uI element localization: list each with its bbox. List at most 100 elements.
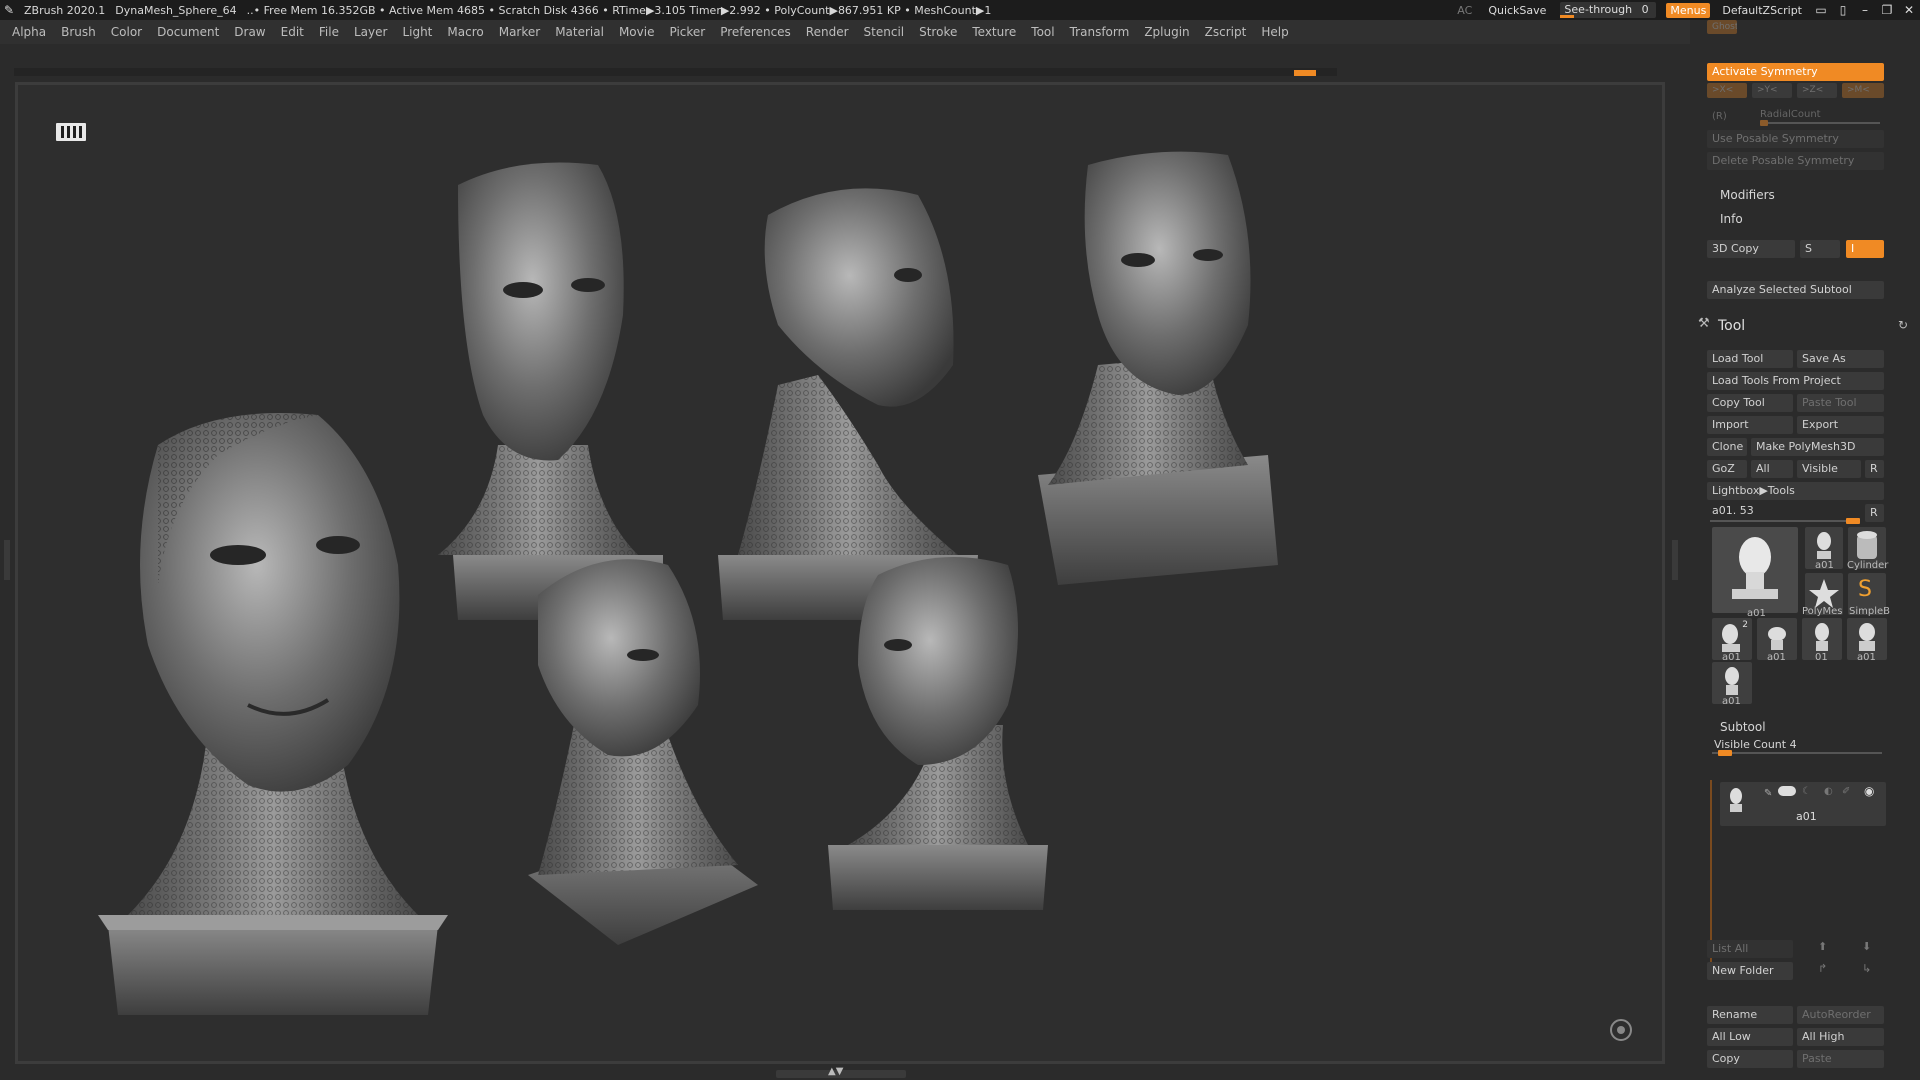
minimize-icon[interactable]: – (1854, 3, 1876, 17)
radial-count-slider[interactable]: RadialCount (1760, 109, 1821, 120)
lightbox-tools-button[interactable]: Lightbox▶Tools (1707, 482, 1884, 500)
subtool-toggle-icon[interactable] (1778, 786, 1796, 796)
copy-subtool-button[interactable]: Copy (1707, 1050, 1793, 1068)
menu-marker[interactable]: Marker (499, 25, 540, 39)
copy-i-button[interactable]: I (1846, 240, 1884, 258)
symmetry-m-button[interactable]: >M< (1842, 83, 1884, 98)
menus-button[interactable]: Menus (1666, 2, 1711, 18)
ac-toggle[interactable]: AC (1457, 4, 1472, 17)
menu-tool[interactable]: Tool (1031, 25, 1054, 39)
current-tool-slider[interactable]: a01. 53 (1712, 504, 1754, 517)
quicksave-button[interactable]: QuickSave (1488, 4, 1546, 17)
camera-orbit-icon[interactable] (1610, 1019, 1632, 1041)
menu-draw[interactable]: Draw (234, 25, 265, 39)
restore-icon[interactable]: ❐ (1876, 3, 1898, 17)
menu-light[interactable]: Light (402, 25, 432, 39)
all-high-button[interactable]: All High (1797, 1028, 1884, 1046)
symmetry-x-button[interactable]: >X< (1707, 83, 1747, 98)
menu-movie[interactable]: Movie (619, 25, 655, 39)
bottom-tray-handle[interactable]: ▲▼ (776, 1066, 906, 1078)
menu-help[interactable]: Help (1261, 25, 1288, 39)
menu-layer[interactable]: Layer (354, 25, 387, 39)
subtool-brush-icon[interactable]: ✎ (1764, 788, 1772, 799)
menu-picker[interactable]: Picker (669, 25, 705, 39)
move-down-icon[interactable]: ⬇ (1862, 940, 1871, 953)
menu-transform[interactable]: Transform (1070, 25, 1130, 39)
menu-stroke[interactable]: Stroke (919, 25, 957, 39)
timeline-marker[interactable] (1294, 70, 1316, 76)
move-up-icon[interactable]: ⬆ (1818, 940, 1827, 953)
3d-copy-button[interactable]: 3D Copy (1707, 240, 1795, 258)
menu-material[interactable]: Material (555, 25, 604, 39)
menu-brush[interactable]: Brush (61, 25, 96, 39)
timeline-strip[interactable] (14, 68, 1337, 76)
copy-tool-button[interactable]: Copy Tool (1707, 394, 1793, 412)
subtool-row[interactable]: ✎ ☾ ◐ ✐ ◉ a01 (1720, 782, 1886, 826)
menu-stencil[interactable]: Stencil (864, 25, 905, 39)
make-polymesh3d-button[interactable]: Make PolyMesh3D (1751, 438, 1884, 456)
import-button[interactable]: Import (1707, 416, 1793, 434)
menu-document[interactable]: Document (157, 25, 219, 39)
tool-thumb-main[interactable] (1712, 527, 1798, 613)
info-header[interactable]: Info (1720, 212, 1743, 226)
default-zscript-button[interactable]: DefaultZScript (1722, 4, 1802, 17)
clone-button[interactable]: Clone (1707, 438, 1747, 456)
refresh-icon[interactable]: ↻ (1898, 318, 1908, 332)
paste-tool-button[interactable]: Paste Tool (1797, 394, 1884, 412)
radial-count-knob[interactable] (1760, 120, 1768, 126)
current-tool-track[interactable] (1710, 518, 1860, 524)
current-tool-knob[interactable] (1846, 518, 1860, 524)
load-tools-from-project-button[interactable]: Load Tools From Project (1707, 372, 1884, 390)
subtool-header[interactable]: Subtool (1720, 720, 1766, 734)
visible-count-knob[interactable] (1718, 750, 1732, 756)
menu-zscript[interactable]: Zscript (1205, 25, 1247, 39)
left-tray-handle[interactable] (4, 540, 10, 580)
delete-posable-symmetry-button[interactable]: Delete Posable Symmetry (1707, 152, 1884, 170)
folder-up-icon[interactable]: ↱ (1818, 962, 1827, 975)
folder-down-icon[interactable]: ↳ (1862, 962, 1871, 975)
canvas-viewport[interactable] (15, 82, 1665, 1064)
analyze-selected-subtool-button[interactable]: Analyze Selected Subtool (1707, 281, 1884, 299)
modifiers-header[interactable]: Modifiers (1720, 188, 1775, 202)
goz-all-button[interactable]: All (1751, 460, 1793, 478)
radial-count-track[interactable] (1760, 120, 1880, 126)
subtool-moon-icon[interactable]: ☾ (1802, 786, 1811, 797)
symmetry-z-button[interactable]: >Z< (1797, 83, 1837, 98)
list-all-button[interactable]: List All (1707, 940, 1793, 958)
see-through-slider[interactable]: See-through 0 (1560, 2, 1657, 18)
ghost-button[interactable]: Ghost (1707, 20, 1737, 34)
rename-button[interactable]: Rename (1707, 1006, 1793, 1024)
symmetry-y-button[interactable]: >Y< (1752, 83, 1792, 98)
menu-color[interactable]: Color (111, 25, 142, 39)
goz-r-button[interactable]: R (1865, 460, 1884, 478)
menu-zplugin[interactable]: Zplugin (1144, 25, 1189, 39)
goz-button[interactable]: GoZ (1707, 460, 1747, 478)
tool-palette-header[interactable]: ⚒ Tool ↻ (1690, 316, 1920, 340)
activate-symmetry-button[interactable]: Activate Symmetry (1707, 63, 1884, 81)
menu-edit[interactable]: Edit (281, 25, 304, 39)
export-button[interactable]: Export (1797, 416, 1884, 434)
current-tool-r-button[interactable]: R (1865, 504, 1884, 522)
layout-icon[interactable]: ▭ (1810, 3, 1832, 17)
menu-texture[interactable]: Texture (972, 25, 1016, 39)
visible-count-track[interactable] (1712, 750, 1882, 756)
menu-alpha[interactable]: Alpha (12, 25, 46, 39)
auto-reorder-button[interactable]: AutoReorder (1797, 1006, 1884, 1024)
menu-render[interactable]: Render (806, 25, 849, 39)
subtool-pen-icon[interactable]: ✐ (1842, 786, 1850, 797)
all-low-button[interactable]: All Low (1707, 1028, 1793, 1046)
menu-file[interactable]: File (319, 25, 339, 39)
paste-subtool-button[interactable]: Paste (1797, 1050, 1884, 1068)
layout-alt-icon[interactable]: ▯ (1832, 3, 1854, 17)
goz-visible-button[interactable]: Visible (1797, 460, 1861, 478)
load-tool-button[interactable]: Load Tool (1707, 350, 1793, 368)
new-folder-button[interactable]: New Folder (1707, 962, 1793, 980)
copy-s-button[interactable]: S (1800, 240, 1840, 258)
right-tray-handle[interactable] (1672, 540, 1678, 580)
menu-macro[interactable]: Macro (447, 25, 483, 39)
save-as-button[interactable]: Save As (1797, 350, 1884, 368)
subtool-visibility-eye-icon[interactable]: ◉ (1864, 784, 1874, 798)
use-posable-symmetry-button[interactable]: Use Posable Symmetry (1707, 130, 1884, 148)
subtool-half-icon[interactable]: ◐ (1824, 786, 1833, 797)
menu-preferences[interactable]: Preferences (720, 25, 791, 39)
